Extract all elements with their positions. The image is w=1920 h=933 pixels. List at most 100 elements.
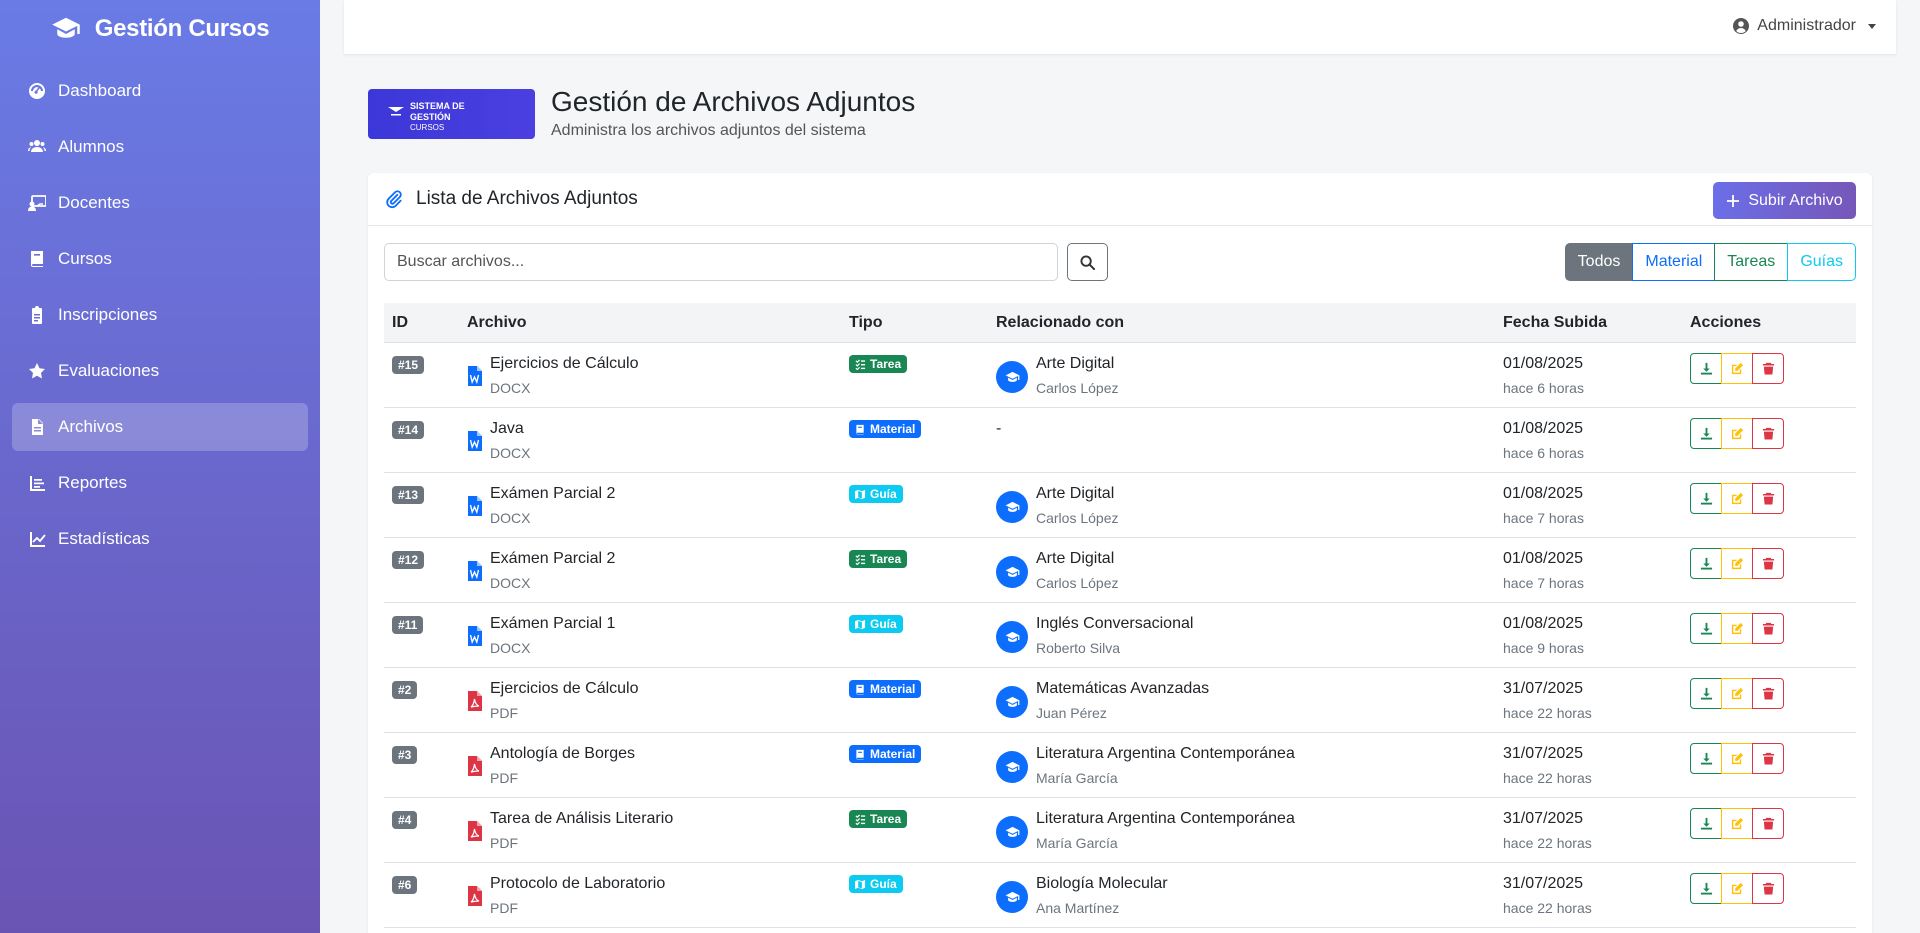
download-button[interactable] [1690,353,1722,384]
sidebar-item-archivos[interactable]: Archivos [12,403,308,451]
edit-button[interactable] [1721,548,1753,579]
cell-id: #13 [384,473,467,537]
related-course[interactable]: Literatura Argentina Contemporánea [1036,745,1295,763]
user-menu[interactable]: Administrador [1733,17,1876,35]
filter-todos[interactable]: Todos [1564,243,1634,281]
graduation-cap-icon [1005,631,1019,642]
upload-relative-time: hace 22 horas [1503,900,1592,916]
edit-button[interactable] [1721,613,1753,644]
download-button[interactable] [1690,743,1722,774]
sidebar-item-reportes[interactable]: Reportes [12,459,308,507]
file-name[interactable]: Exámen Parcial 1 [490,615,615,633]
edit-button[interactable] [1721,353,1753,384]
edit-button[interactable] [1721,678,1753,709]
filter-guias[interactable]: Guías [1787,243,1856,281]
filter-tareas[interactable]: Tareas [1714,243,1789,281]
edit-button[interactable] [1721,743,1753,774]
related-course[interactable]: Literatura Argentina Contemporánea [1036,810,1295,828]
file-word-icon [468,366,482,386]
related-course[interactable]: Biología Molecular [1036,875,1168,893]
upload-date: 31/07/2025 [1503,680,1584,697]
edit-button[interactable] [1721,873,1753,904]
file-extension: DOCX [490,445,531,461]
sidebar-nav: Dashboard Alumnos Docentes Cursos Inscripcio… [0,67,320,563]
paperclip-icon [386,190,402,209]
cell-acciones [1690,798,1856,862]
file-name[interactable]: Tarea de Análisis Literario [490,810,673,828]
delete-button[interactable] [1752,548,1784,579]
search-button[interactable] [1067,243,1108,281]
cell-relacionado: Arte Digital Carlos López [996,473,1503,537]
upload-date: 01/08/2025 [1503,420,1584,437]
row-actions [1690,808,1784,839]
sidebar-item-alumnos[interactable]: Alumnos [12,123,308,171]
edit-button[interactable] [1721,808,1753,839]
download-button[interactable] [1690,808,1722,839]
delete-button[interactable] [1752,743,1784,774]
file-extension: DOCX [490,640,531,656]
file-extension: DOCX [490,510,531,526]
related-course[interactable]: Arte Digital [1036,485,1114,503]
search-input[interactable] [384,243,1058,281]
sidebar-item-estadisticas[interactable]: Estadísticas [12,515,308,563]
file-name[interactable]: Protocolo de Laboratorio [490,875,665,893]
delete-button[interactable] [1752,483,1784,514]
teacher-icon [28,195,46,211]
download-button[interactable] [1690,483,1722,514]
type-label: Material [870,422,916,436]
sidebar-item-dashboard[interactable]: Dashboard [12,67,308,115]
list-check-icon [855,358,866,370]
delete-button[interactable] [1752,678,1784,709]
cell-relacionado: Literatura Argentina Contemporánea María … [996,733,1503,797]
file-name[interactable]: Exámen Parcial 2 [490,485,615,503]
cell-acciones [1690,473,1856,537]
sidebar-item-evaluaciones[interactable]: Evaluaciones [12,347,308,395]
delete-button[interactable] [1752,808,1784,839]
edit-icon [1731,622,1743,635]
file-name[interactable]: Ejercicios de Cálculo [490,355,639,373]
type-label: Guía [870,877,897,891]
delete-button[interactable] [1752,613,1784,644]
cell-fecha: 31/07/2025 hace 22 horas [1503,733,1690,797]
file-name[interactable]: Exámen Parcial 2 [490,550,615,568]
related-course[interactable]: Matemáticas Avanzadas [1036,680,1209,698]
delete-button[interactable] [1752,418,1784,449]
download-button[interactable] [1690,873,1722,904]
cell-acciones [1690,538,1856,602]
related-course[interactable]: Arte Digital [1036,355,1114,373]
download-button[interactable] [1690,418,1722,449]
download-button[interactable] [1690,548,1722,579]
download-button[interactable] [1690,613,1722,644]
filter-material[interactable]: Material [1632,243,1716,281]
upload-label: Subir Archivo [1748,191,1843,209]
file-name[interactable]: Java [490,420,524,438]
type-label: Tarea [870,812,902,826]
map-icon [855,619,866,629]
delete-button[interactable] [1752,873,1784,904]
cell-id: #11 [384,603,467,667]
edit-button[interactable] [1721,483,1753,514]
related-course[interactable]: Arte Digital [1036,550,1114,568]
edit-button[interactable] [1721,418,1753,449]
type-label: Material [870,682,916,696]
brand[interactable]: Gestión Cursos [0,0,320,58]
sidebar-item-cursos[interactable]: Cursos [12,235,308,283]
download-button[interactable] [1690,678,1722,709]
upload-file-button[interactable]: Subir Archivo [1713,182,1856,219]
type-badge: Guía [849,615,903,633]
upload-date: 31/07/2025 [1503,810,1584,827]
file-name[interactable]: Ejercicios de Cálculo [490,680,639,698]
type-badge: Tarea [849,550,908,568]
trash-icon [1762,817,1774,830]
related-teacher: Juan Pérez [1036,705,1107,721]
file-name[interactable]: Antología de Borges [490,745,635,763]
sidebar-item-docentes[interactable]: Docentes [12,179,308,227]
cell-fecha: 01/08/2025 hace 6 horas [1503,408,1690,472]
trash-icon [1762,362,1774,375]
delete-button[interactable] [1752,353,1784,384]
upload-relative-time: hace 6 horas [1503,445,1584,461]
clipboard-icon [32,306,42,324]
related-course[interactable]: Inglés Conversacional [1036,615,1193,633]
sidebar-item-inscripciones[interactable]: Inscripciones [12,291,308,339]
cell-archivo: Tarea de Análisis Literario PDF [467,798,849,862]
